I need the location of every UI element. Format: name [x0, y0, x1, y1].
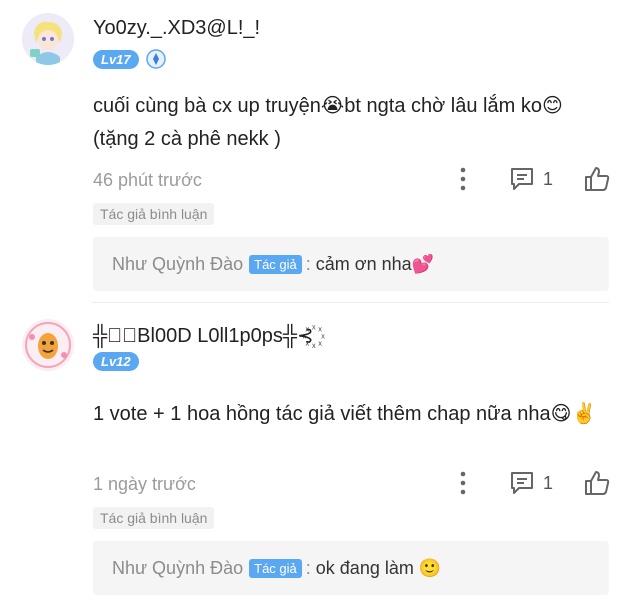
more-icon[interactable]: [453, 468, 473, 498]
comment-item: ╬⊰꙰Bl00D L0ll1p0ps╬⊰꙰ Lv12 1 vote + 1 ho…: [0, 304, 633, 600]
comment-actions: 1: [453, 468, 611, 498]
reply-button[interactable]: 1: [509, 166, 553, 192]
author-reply-colon: :: [305, 557, 311, 578]
like-icon[interactable]: [583, 469, 611, 497]
avatar[interactable]: [22, 13, 74, 65]
username[interactable]: Yo0zy._.XD3@L!_!: [93, 17, 260, 40]
comment-item: Yo0zy._.XD3@L!_! Lv17 cuối cùng bà cx up…: [0, 0, 633, 302]
like-icon[interactable]: [583, 165, 611, 193]
comment-text: 1 vote + 1 hoa hồng tác giả viết thêm ch…: [93, 403, 597, 425]
reply-icon: [510, 168, 533, 190]
comment-time: 46 phút trước: [93, 170, 202, 190]
author-reply-name[interactable]: Như Quỳnh Đào: [112, 558, 243, 579]
user-badges: Lv12: [93, 352, 139, 371]
level-badge: Lv17: [93, 49, 139, 69]
author-commented-tag: Tác giả bình luận: [93, 203, 215, 225]
reply-count: 1: [542, 168, 553, 189]
username[interactable]: ╬⊰꙰Bl00D L0ll1p0ps╬⊰꙰: [93, 321, 314, 348]
author-badge: Tác giả: [249, 254, 302, 274]
author-commented-tag: Tác giả bình luận: [93, 507, 215, 529]
reply-icon: [510, 472, 533, 494]
author-reply-text: cảm ơn nha💕: [315, 253, 435, 274]
author-reply[interactable]: Như Quỳnh Đào Tác giả : ok đang làm 🙂: [93, 541, 609, 595]
author-reply-name[interactable]: Như Quỳnh Đào: [112, 254, 243, 275]
author-badge: Tác giả: [249, 558, 302, 578]
level-badge: Lv12: [93, 352, 139, 371]
author-reply-colon: :: [305, 253, 311, 274]
comment-time: 1 ngày trước: [93, 474, 196, 494]
reply-button[interactable]: 1: [509, 470, 553, 496]
avatar[interactable]: [22, 319, 74, 371]
comment-text: cuối cùng bà cx up truyện😭bt ngta chờ lâ…: [93, 95, 563, 150]
more-icon[interactable]: [453, 164, 473, 194]
user-badges: Lv17: [93, 49, 166, 69]
comment-actions: 1: [453, 164, 611, 194]
author-reply-text: ok đang làm 🙂: [315, 557, 442, 578]
author-reply[interactable]: Như Quỳnh Đào Tác giả : cảm ơn nha💕: [93, 237, 609, 291]
reply-count: 1: [542, 472, 553, 493]
medal-icon: [145, 49, 166, 69]
divider: [92, 302, 609, 303]
